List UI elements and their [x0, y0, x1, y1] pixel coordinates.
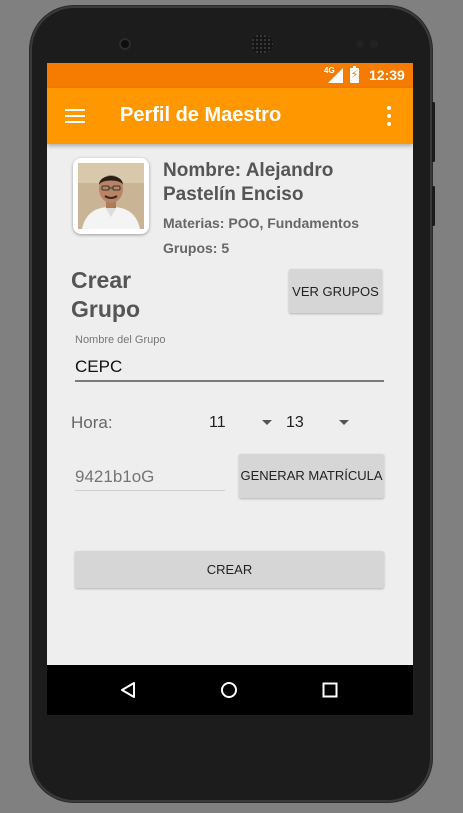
hora-end-spinner[interactable]: 13	[286, 414, 356, 436]
view-groups-button[interactable]: VER GRUPOS	[289, 269, 382, 313]
dropdown-arrow-icon	[339, 420, 349, 425]
group-name-input[interactable]	[75, 354, 384, 382]
earpiece-speaker	[251, 34, 273, 54]
volume-button	[432, 186, 435, 226]
front-camera	[119, 38, 131, 50]
generate-matricula-button[interactable]: GENERAR MATRÍCULA	[239, 454, 384, 498]
page-title: Perfil de Maestro	[120, 104, 282, 126]
charging-bolt: ⚡	[350, 69, 359, 81]
light-sensor	[370, 40, 378, 48]
status-time: 12:39	[369, 67, 405, 83]
hora-end-value: 13	[286, 414, 304, 431]
matricula-input[interactable]	[75, 464, 225, 491]
side-button	[432, 102, 435, 162]
create-group-heading: Crear Grupo	[71, 267, 140, 322]
hora-label: Hora:	[71, 413, 113, 432]
app-screen: 4G ⚡ 12:39 Perfil de Maestro Nombre: Ale…	[47, 63, 413, 715]
dropdown-arrow-icon	[262, 420, 272, 425]
network-type: 4G	[324, 66, 335, 75]
navigation-bar	[47, 665, 413, 715]
hora-start-spinner[interactable]: 11	[209, 414, 279, 436]
hamburger-menu-icon[interactable]	[65, 109, 85, 123]
back-icon[interactable]	[119, 681, 137, 699]
teacher-groups-count: Grupos: 5	[163, 240, 230, 256]
avatar	[73, 158, 149, 234]
home-icon[interactable]	[220, 681, 238, 699]
create-button[interactable]: CREAR	[75, 551, 384, 588]
status-bar: 4G ⚡ 12:39	[47, 63, 413, 88]
group-name-label: Nombre del Grupo	[75, 334, 166, 346]
more-vert-icon[interactable]	[381, 106, 397, 126]
teacher-subjects: Materias: POO, Fundamentos	[163, 215, 360, 231]
recents-icon[interactable]	[322, 682, 338, 698]
battery-icon: ⚡	[350, 66, 359, 83]
app-bar: Perfil de Maestro	[47, 88, 413, 144]
teacher-name: Nombre: Alejandro Pastelín Enciso	[163, 160, 334, 205]
proximity-sensor	[356, 40, 364, 48]
teacher-photo	[78, 163, 144, 229]
hora-start-value: 11	[209, 414, 226, 431]
